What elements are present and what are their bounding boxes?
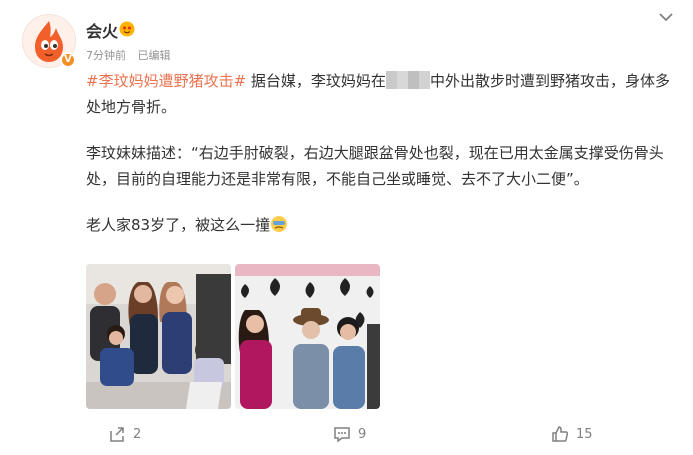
emoji-face-icon xyxy=(271,216,288,232)
post-text: #李玟妈妈遭野猪攻击# 据台媒，李玟妈妈在 中外出散步时遭到野猪攻击，身体多处地方… xyxy=(86,68,676,238)
comment-button[interactable]: 9 xyxy=(332,424,366,444)
verified-badge: V xyxy=(60,52,76,68)
redacted-mosaic xyxy=(385,71,430,89)
share-count: 2 xyxy=(133,426,142,442)
comment-icon xyxy=(334,427,350,443)
post-photo-2[interactable] xyxy=(235,264,380,409)
like-count: 15 xyxy=(576,426,593,442)
hashtag-link[interactable]: #李玟妈妈遭野猪攻击# xyxy=(86,72,246,90)
paragraph-1: #李玟妈妈遭野猪攻击# 据台媒，李玟妈妈在 中外出散步时遭到野猪攻击，身体多处地方… xyxy=(86,68,676,120)
like-button[interactable]: 15 xyxy=(550,424,593,444)
chevron-down-icon[interactable] xyxy=(657,10,675,24)
member-badge-icon[interactable] xyxy=(119,21,135,37)
paragraph-3-text: 老人家83岁了，被这么一撞 xyxy=(86,216,271,234)
action-bar: 2 9 15 xyxy=(0,424,693,452)
post-photo-1[interactable] xyxy=(86,264,231,409)
post-meta: 7分钟前 已编辑 xyxy=(86,47,179,63)
share-button[interactable]: 2 xyxy=(107,424,141,444)
paragraph-1-start: 据台媒，李玟妈妈在 xyxy=(250,72,386,90)
comment-count: 9 xyxy=(358,426,367,442)
thumbs-up-icon xyxy=(552,426,569,442)
share-icon xyxy=(110,427,124,442)
paragraph-3: 老人家83岁了，被这么一撞 xyxy=(86,212,676,238)
username[interactable]: 会火 xyxy=(86,18,118,42)
edited-label[interactable]: 已编辑 xyxy=(138,49,171,62)
post-time[interactable]: 7分钟前 xyxy=(86,49,126,62)
paragraph-2: 李玟妹妹描述：“右边手肘破裂，右边大腿跟盆骨处也裂，现在已用太金属支撑受伤骨头处… xyxy=(86,144,664,188)
